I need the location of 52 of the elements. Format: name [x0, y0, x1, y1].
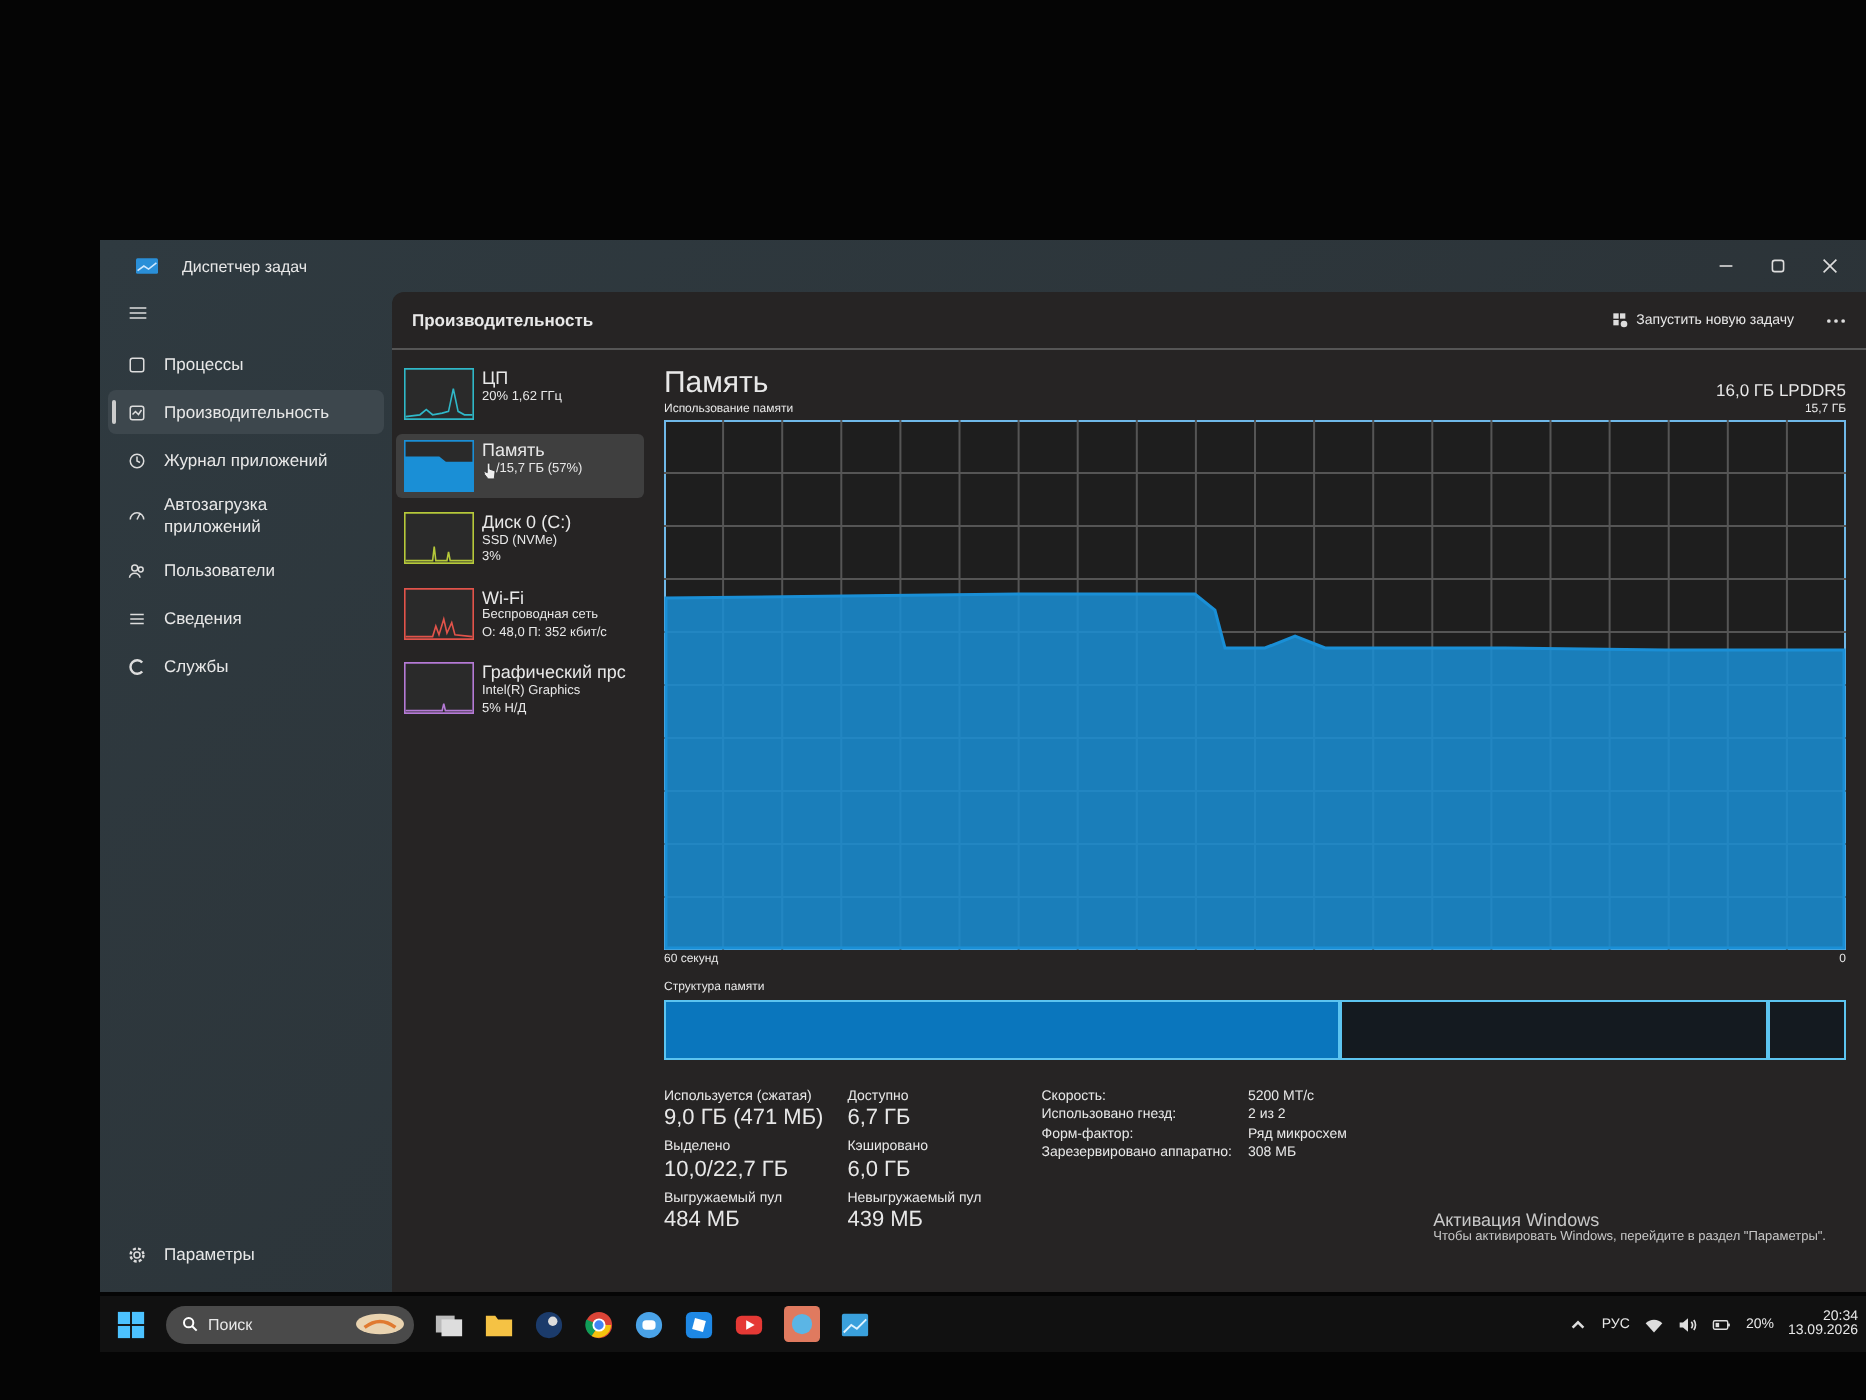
nav-item[interactable]: Автозагрузка приложений [108, 486, 384, 545]
search-highlight-icon [354, 1312, 406, 1336]
nav-item[interactable]: Производительность [108, 390, 384, 434]
nav-item[interactable]: Процессы [108, 342, 384, 386]
device-name: Графический прс [482, 662, 626, 684]
section-title: Память [664, 366, 769, 400]
stat-value: 6,0 ГБ [847, 1157, 913, 1182]
search-field[interactable]: Поиск [166, 1305, 414, 1343]
nav-item[interactable]: Сведения [108, 596, 384, 641]
app-icon[interactable] [534, 1309, 564, 1339]
device-name: Диск 0 (C:) [482, 512, 572, 534]
wifi-icon[interactable] [1643, 1315, 1664, 1333]
close-button[interactable] [1822, 258, 1838, 274]
nav-icon [128, 657, 146, 676]
stat-value: 10,0/22,7 ГБ [664, 1157, 791, 1182]
nav-icon [128, 506, 146, 525]
settings-nav-item[interactable]: Параметры [108, 1232, 384, 1276]
nav-icon [128, 451, 146, 469]
start-icon[interactable] [116, 1309, 146, 1339]
nav-item[interactable]: Службы [108, 644, 384, 689]
new-task-icon [1612, 312, 1629, 328]
battery-icon[interactable] [1711, 1315, 1732, 1333]
task-manager-icon[interactable] [840, 1309, 870, 1339]
memory-type: 16,0 ГБ LPDDR5 [1716, 380, 1846, 400]
nav-icon [128, 355, 146, 373]
nav-icon [128, 609, 146, 628]
app-icon[interactable] [684, 1309, 714, 1339]
settings-icon [128, 1245, 146, 1263]
more-options-icon[interactable] [1826, 317, 1846, 323]
stat-value: 484 МБ [664, 1208, 742, 1233]
stat-value: 439 МБ [847, 1208, 925, 1233]
window-title: Диспетчер задач [182, 257, 308, 275]
device-name: Wi-Fi [482, 587, 526, 609]
chat-app-icon[interactable] [634, 1309, 664, 1339]
speaker-icon[interactable] [1677, 1315, 1698, 1333]
nav-item[interactable]: Пользователи [108, 548, 384, 593]
maximize-button[interactable] [1770, 258, 1786, 274]
nav-icon [128, 403, 146, 421]
device-name: Память [482, 440, 547, 462]
chevron-up-icon[interactable] [1567, 1315, 1588, 1333]
nav-icon [128, 561, 146, 580]
stat-value: 6,7 ГБ [847, 1106, 913, 1131]
menu-icon[interactable] [128, 304, 148, 322]
activation-title: Активация Windows [1433, 1210, 1602, 1230]
hand-cursor-icon [482, 461, 496, 480]
page-title: Производительность [412, 310, 594, 330]
search-icon [182, 1316, 198, 1332]
device-name: ЦП [482, 368, 511, 390]
nav-item[interactable]: Журнал приложений [108, 438, 384, 482]
browser-icon[interactable] [584, 1309, 614, 1339]
app-icon [136, 258, 158, 274]
stat-value: 9,0 ГБ (471 МБ) [664, 1106, 824, 1131]
